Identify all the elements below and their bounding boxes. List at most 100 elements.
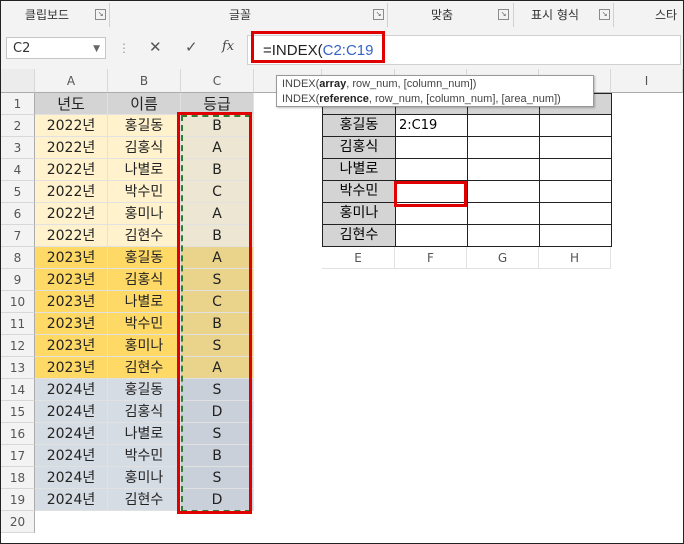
name-cell[interactable]: 김홍식: [108, 137, 181, 159]
side-value-cell[interactable]: [539, 158, 612, 181]
ribbon-group-alignment[interactable]: 맞춤: [389, 1, 495, 29]
number-format-launcher-icon[interactable]: ↘: [599, 9, 610, 20]
editing-cell[interactable]: 2:C19: [395, 114, 468, 137]
row-header[interactable]: 1: [1, 93, 35, 115]
name-cell[interactable]: 홍미나: [108, 203, 181, 225]
name-cell[interactable]: 김현수: [108, 357, 181, 379]
side-value-cell[interactable]: [539, 224, 612, 247]
year-cell[interactable]: 2022년: [35, 159, 108, 181]
name-cell[interactable]: 나별로: [108, 423, 181, 445]
side-value-cell[interactable]: [395, 224, 468, 247]
side-name-cell[interactable]: 나별로: [322, 158, 396, 181]
column-header-a[interactable]: A: [35, 69, 108, 93]
year-cell[interactable]: 2024년: [35, 379, 108, 401]
tooltip-array-arg[interactable]: array: [319, 78, 346, 90]
table-header-cell[interactable]: 년도: [35, 93, 108, 115]
side-name-cell[interactable]: 김현수: [322, 224, 396, 247]
name-cell[interactable]: 홍길동: [108, 115, 181, 137]
year-cell[interactable]: 2024년: [35, 445, 108, 467]
column-header-c[interactable]: C: [181, 69, 254, 93]
ribbon-group-font[interactable]: 글꼴: [111, 1, 369, 29]
row-header[interactable]: 2: [1, 115, 35, 137]
year-cell[interactable]: 2022년: [35, 137, 108, 159]
row-header[interactable]: 14: [1, 379, 35, 401]
chevron-down-icon[interactable]: ▼: [93, 38, 100, 60]
row-header[interactable]: 20: [1, 511, 35, 533]
column-header-b[interactable]: B: [108, 69, 181, 93]
name-cell[interactable]: 나별로: [108, 291, 181, 313]
side-value-cell[interactable]: [467, 136, 540, 159]
row-header[interactable]: 7: [1, 225, 35, 247]
table-header-cell[interactable]: 이름: [108, 93, 181, 115]
side-name-cell[interactable]: 박수민: [322, 180, 396, 203]
name-cell[interactable]: 박수민: [108, 181, 181, 203]
row-header[interactable]: 17: [1, 445, 35, 467]
year-cell[interactable]: 2024년: [35, 401, 108, 423]
name-cell[interactable]: 김현수: [108, 225, 181, 247]
year-cell[interactable]: 2023년: [35, 357, 108, 379]
year-cell[interactable]: 2023년: [35, 269, 108, 291]
year-cell[interactable]: 2022년: [35, 115, 108, 137]
year-cell[interactable]: 2023년: [35, 335, 108, 357]
year-cell[interactable]: 2024년: [35, 467, 108, 489]
year-cell[interactable]: 2022년: [35, 203, 108, 225]
more-options-icon[interactable]: ⋮: [118, 41, 130, 55]
row-header[interactable]: 10: [1, 291, 35, 313]
insert-function-icon[interactable]: fx: [222, 39, 234, 54]
tooltip-function-name[interactable]: INDEX(: [282, 93, 319, 105]
side-value-cell[interactable]: [467, 202, 540, 225]
side-value-cell[interactable]: [539, 136, 612, 159]
tooltip-function-name[interactable]: INDEX(: [282, 78, 319, 90]
year-cell[interactable]: 2022년: [35, 225, 108, 247]
name-cell[interactable]: 홍길동: [108, 379, 181, 401]
select-all-corner[interactable]: [1, 69, 35, 93]
row-header[interactable]: 4: [1, 159, 35, 181]
enter-check-icon[interactable]: ✓: [185, 38, 198, 56]
name-cell[interactable]: 박수민: [108, 445, 181, 467]
row-header[interactable]: 12: [1, 335, 35, 357]
name-cell[interactable]: 홍미나: [108, 335, 181, 357]
year-cell[interactable]: 2023년: [35, 291, 108, 313]
row-header[interactable]: 13: [1, 357, 35, 379]
side-value-cell[interactable]: [467, 114, 540, 137]
side-name-cell[interactable]: 김홍식: [322, 136, 396, 159]
row-header[interactable]: 15: [1, 401, 35, 423]
ribbon-group-styles[interactable]: 스타: [615, 1, 683, 29]
row-header[interactable]: 19: [1, 489, 35, 511]
side-value-cell[interactable]: [467, 224, 540, 247]
font-launcher-icon[interactable]: ↘: [373, 9, 384, 20]
clipboard-launcher-icon[interactable]: ↘: [95, 9, 106, 20]
year-cell[interactable]: 2022년: [35, 181, 108, 203]
name-box[interactable]: C2 ▼: [6, 37, 106, 59]
column-header-i[interactable]: I: [611, 69, 683, 93]
year-cell[interactable]: 2024년: [35, 489, 108, 511]
name-cell[interactable]: 김홍식: [108, 269, 181, 291]
side-value-cell[interactable]: [539, 180, 612, 203]
ribbon-group-number-format[interactable]: 표시 형식: [515, 1, 595, 29]
side-value-cell[interactable]: [467, 158, 540, 181]
side-value-cell[interactable]: [395, 136, 468, 159]
tooltip-reference-arg[interactable]: reference: [319, 93, 369, 105]
cancel-icon[interactable]: ✕: [149, 38, 162, 56]
name-cell[interactable]: 김홍식: [108, 401, 181, 423]
row-header[interactable]: 5: [1, 181, 35, 203]
row-header[interactable]: 11: [1, 313, 35, 335]
name-cell[interactable]: 나별로: [108, 159, 181, 181]
side-value-cell[interactable]: [539, 202, 612, 225]
ribbon-group-clipboard[interactable]: 클립보드: [1, 1, 93, 29]
row-header[interactable]: 6: [1, 203, 35, 225]
year-cell[interactable]: 2023년: [35, 313, 108, 335]
name-cell[interactable]: 홍미나: [108, 467, 181, 489]
row-header[interactable]: 16: [1, 423, 35, 445]
side-name-cell[interactable]: 홍미나: [322, 202, 396, 225]
side-name-cell[interactable]: 홍길동: [322, 114, 396, 137]
year-cell[interactable]: 2024년: [35, 423, 108, 445]
row-header[interactable]: 8: [1, 247, 35, 269]
name-cell[interactable]: 박수민: [108, 313, 181, 335]
row-header[interactable]: 9: [1, 269, 35, 291]
name-cell[interactable]: 홍길동: [108, 247, 181, 269]
side-value-cell[interactable]: [539, 114, 612, 137]
year-cell[interactable]: 2023년: [35, 247, 108, 269]
row-header[interactable]: 18: [1, 467, 35, 489]
side-value-cell[interactable]: [395, 158, 468, 181]
